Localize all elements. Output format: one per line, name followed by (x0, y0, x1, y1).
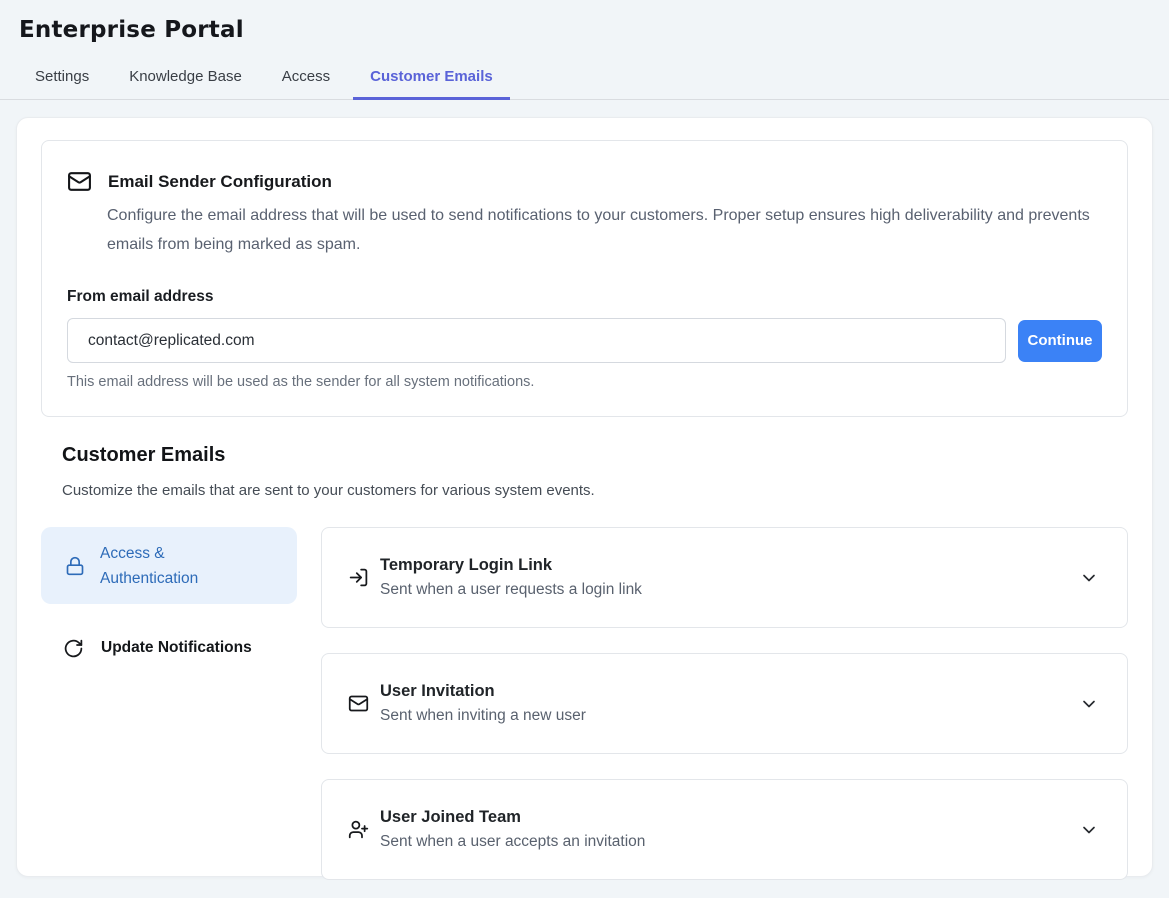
sidebar-item-access-authentication[interactable]: Access & Authentication (41, 527, 297, 604)
customer-emails-heading: Customer Emails (62, 444, 1128, 467)
chevron-down-icon[interactable] (1079, 820, 1099, 840)
config-card-description: Configure the email address that will be… (107, 201, 1092, 259)
login-icon (347, 567, 369, 588)
email-row-title: User Joined Team (380, 808, 1079, 827)
email-template-list: Temporary Login Link Sent when a user re… (321, 527, 1128, 880)
user-plus-icon (347, 819, 369, 840)
tab-knowledge-base[interactable]: Knowledge Base (112, 58, 259, 100)
email-row-temporary-login-link[interactable]: Temporary Login Link Sent when a user re… (321, 527, 1128, 628)
chevron-down-icon[interactable] (1079, 568, 1099, 588)
tab-bar: Settings Knowledge Base Access Customer … (0, 58, 1169, 100)
mail-icon (347, 693, 369, 714)
sidebar-item-label: Access & Authentication (100, 541, 250, 591)
refresh-icon (63, 638, 84, 659)
email-row-user-invitation[interactable]: User Invitation Sent when inviting a new… (321, 653, 1128, 754)
tab-settings[interactable]: Settings (18, 58, 106, 100)
customer-emails-description: Customize the emails that are sent to yo… (62, 482, 1128, 499)
tab-customer-emails[interactable]: Customer Emails (353, 58, 510, 100)
continue-button[interactable]: Continue (1018, 320, 1102, 362)
email-row-subtitle: Sent when a user requests a login link (380, 581, 1079, 599)
sidebar-item-label: Update Notifications (101, 639, 252, 657)
email-category-sidebar: Access & Authentication Update Notificat… (41, 527, 297, 880)
email-row-user-joined-team[interactable]: User Joined Team Sent when a user accept… (321, 779, 1128, 880)
email-row-subtitle: Sent when a user accepts an invitation (380, 833, 1079, 851)
from-email-input[interactable] (67, 318, 1006, 363)
page-header: Enterprise Portal (0, 0, 1169, 43)
email-sender-config-card: Email Sender Configuration Configure the… (41, 140, 1128, 417)
tab-access[interactable]: Access (265, 58, 347, 100)
chevron-down-icon[interactable] (1079, 694, 1099, 714)
email-row-subtitle: Sent when inviting a new user (380, 707, 1079, 725)
email-helper-text: This email address will be used as the s… (67, 374, 1102, 390)
email-row-title: User Invitation (380, 682, 1079, 701)
lock-icon (65, 556, 85, 576)
sidebar-item-update-notifications[interactable]: Update Notifications (41, 628, 297, 668)
email-row-title: Temporary Login Link (380, 556, 1079, 575)
main-content-card: Email Sender Configuration Configure the… (16, 117, 1153, 877)
mail-icon (67, 169, 92, 194)
config-card-title: Email Sender Configuration (108, 172, 332, 192)
from-email-label: From email address (67, 288, 1102, 306)
page-title: Enterprise Portal (19, 17, 1150, 43)
